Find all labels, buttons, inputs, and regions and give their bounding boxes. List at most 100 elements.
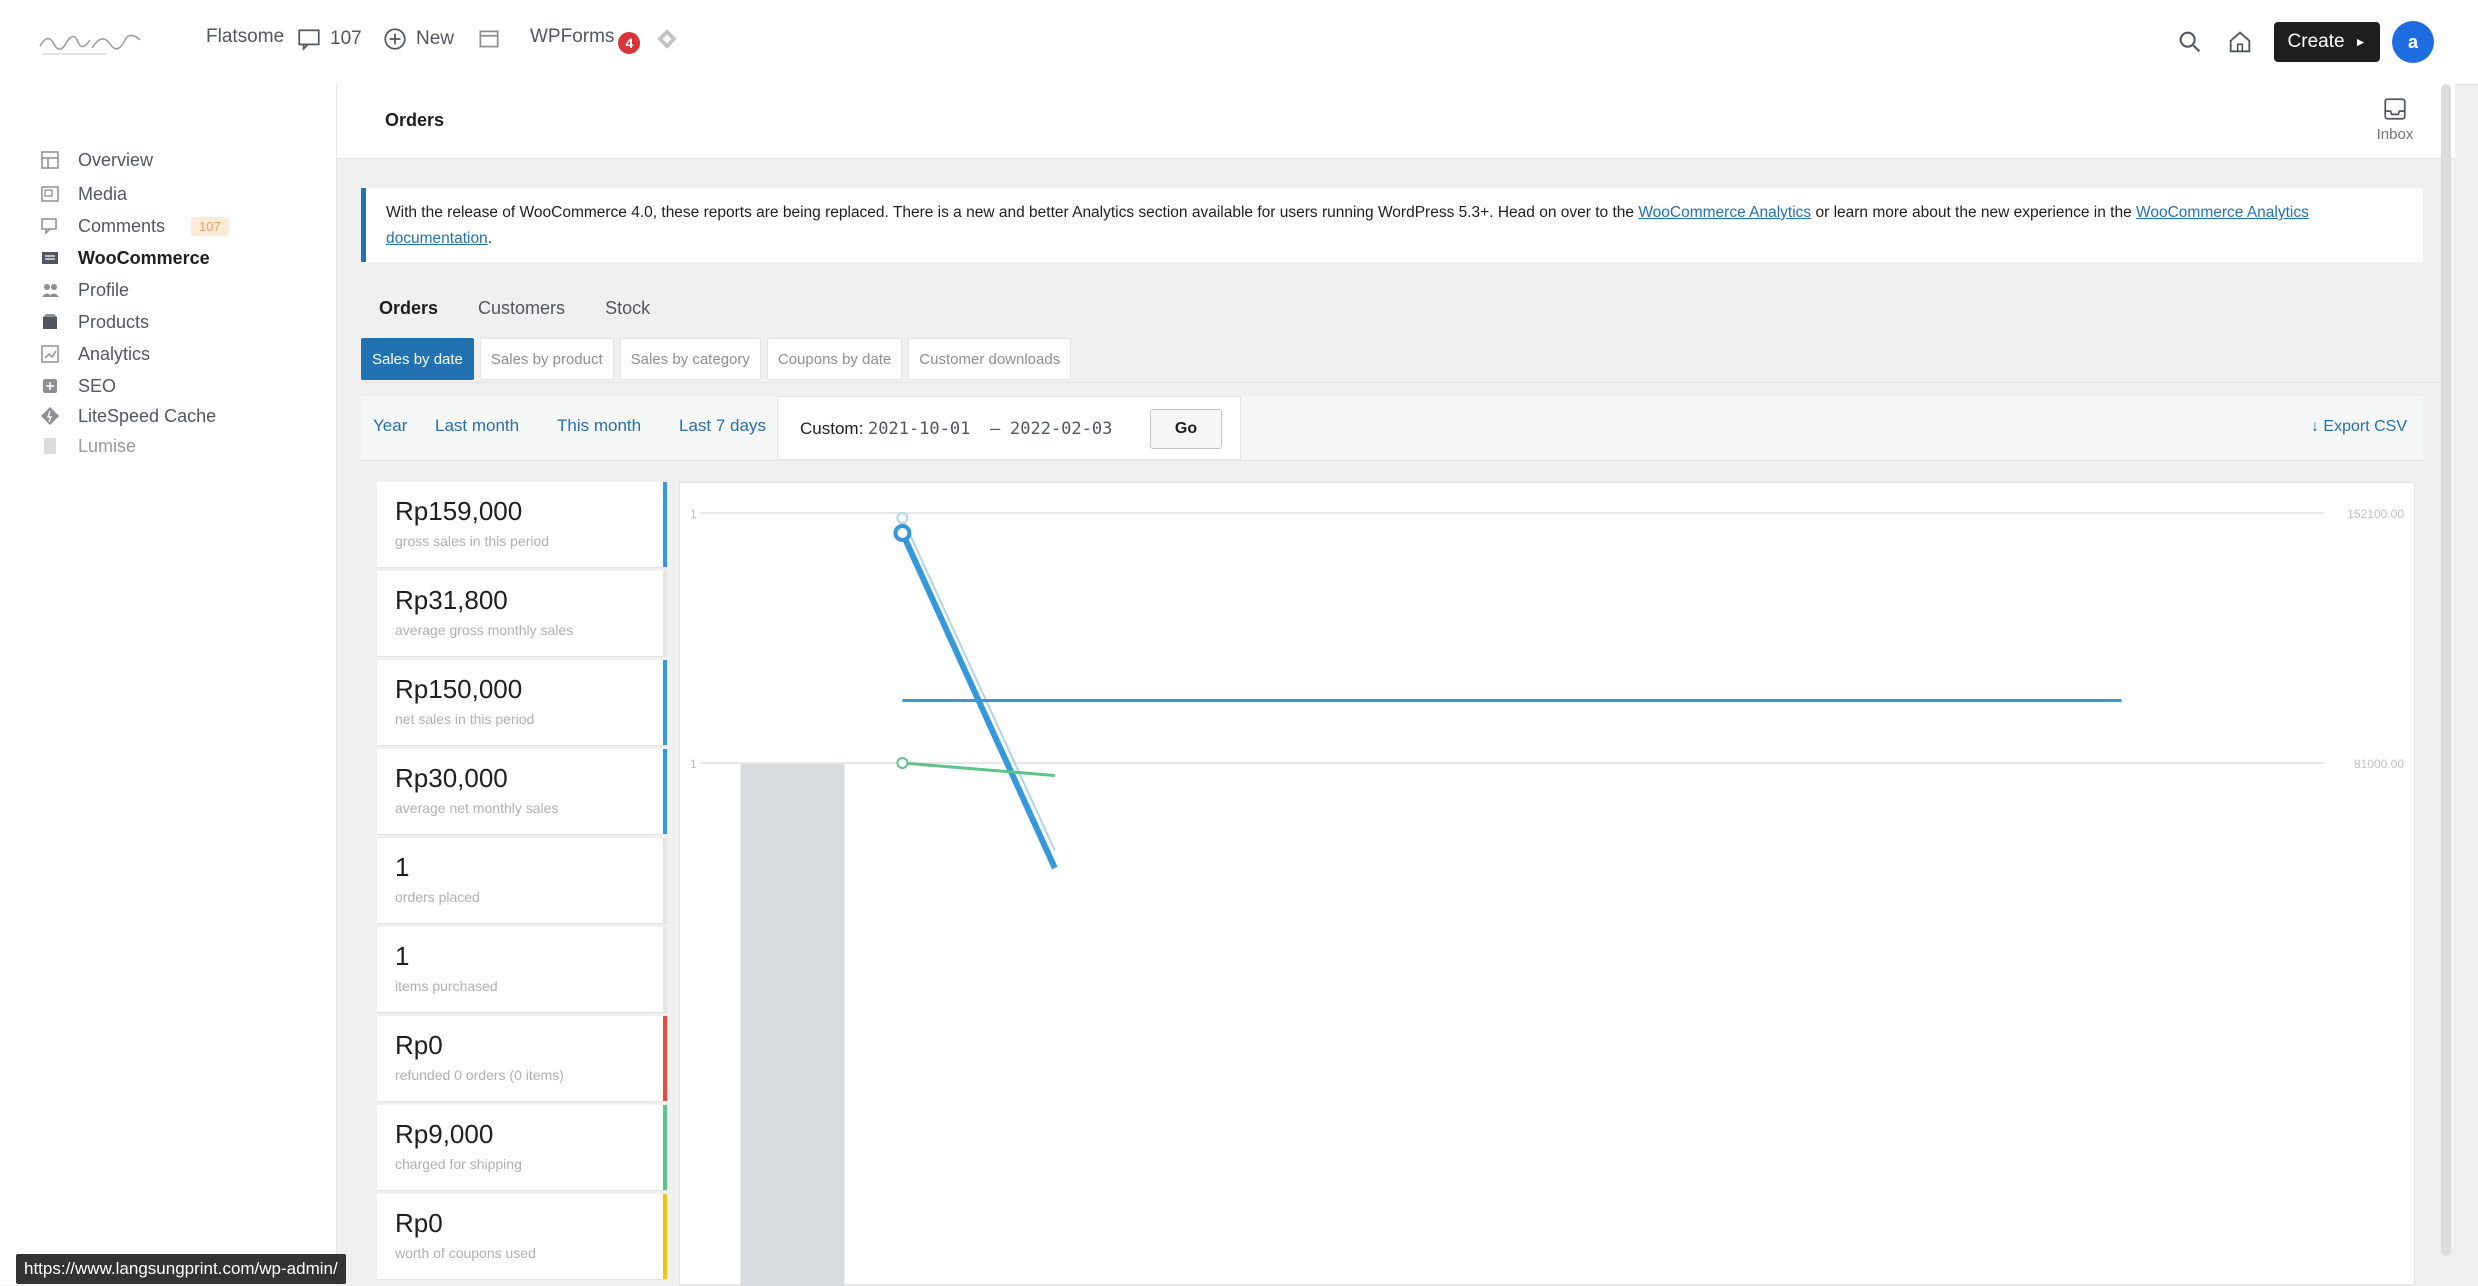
comments-badge: 107 [191, 216, 229, 236]
site-name-label: Flatsome [206, 26, 285, 47]
sidebar-item-products[interactable]: Products [40, 308, 149, 336]
customizer-link[interactable] [476, 26, 502, 52]
avatar[interactable]: a [2392, 21, 2434, 63]
stat-gross-sales[interactable]: Rp159,000 gross sales in this period [377, 482, 667, 568]
stat-avg-gross[interactable]: Rp31,800 average gross monthly sales [377, 571, 667, 657]
inbox-icon [2384, 98, 2406, 120]
stat-shipping[interactable]: Rp9,000 charged for shipping [377, 1105, 667, 1191]
deprecation-notice: With the release of WooCommerce 4.0, the… [361, 188, 2423, 262]
sidebar-item-media[interactable]: Media [40, 180, 127, 208]
stat-amount: Rp9,000 [395, 1119, 494, 1149]
page-scrollbar[interactable] [2441, 84, 2451, 1256]
sidebar-item-label: Comments [78, 215, 166, 236]
customize-icon [479, 30, 499, 48]
stat-desc: net sales in this period [395, 711, 535, 727]
tab-sales-by-category[interactable]: Sales by category [619, 338, 761, 380]
custom-range: Custom: 2021-10-01 – 2022-02-03 Go [777, 396, 1241, 460]
plus-circle-icon [384, 28, 406, 50]
analytics-link[interactable]: WooCommerce Analytics [1638, 204, 1811, 221]
report-subnav: Orders Customers Stock [379, 298, 650, 319]
sidebar-item-label: Lumise [78, 435, 137, 456]
sidebar-item-profile[interactable]: Profile [40, 276, 129, 304]
sidebar-item-woocommerce[interactable]: WooCommerce [40, 244, 210, 272]
range-year[interactable]: Year [373, 416, 407, 436]
subnav-stock[interactable]: Stock [605, 298, 650, 319]
chart-point [896, 757, 909, 769]
sidebar-item-seo[interactable]: SEO [40, 372, 116, 400]
export-csv-link[interactable]: ↓ Export CSV [2311, 418, 2407, 436]
sales-chart: 1 152100.00 1 81000.00 [679, 482, 2415, 1286]
create-button[interactable]: Create ► [2274, 22, 2380, 62]
chart-series-line [901, 517, 1056, 851]
date-separator: – [990, 419, 1001, 439]
site-name-link[interactable]: Flatsome [206, 26, 284, 48]
tab-sales-by-date[interactable]: Sales by date [361, 338, 474, 380]
custom-label: Custom: [800, 419, 864, 438]
sidebar-item-label: WooCommerce [78, 247, 210, 268]
new-content-link[interactable]: New [382, 26, 454, 52]
subnav-orders[interactable]: Orders [379, 298, 438, 319]
stat-net-sales[interactable]: Rp150,000 net sales in this period [377, 660, 667, 746]
stat-avg-net[interactable]: Rp30,000 average net monthly sales [377, 749, 667, 835]
stat-coupons[interactable]: Rp0 worth of coupons used [377, 1194, 667, 1280]
tab-customer-downloads[interactable]: Customer downloads [908, 338, 1072, 380]
sidebar-item-lumise[interactable]: Lumise [40, 432, 136, 460]
stat-color-bar [663, 1105, 667, 1190]
wpforms-label: WPForms [530, 26, 615, 47]
seo-icon [43, 379, 57, 393]
sidebar-item-comments[interactable]: Comments 107 [40, 212, 229, 240]
page-title: Orders [385, 110, 445, 130]
date-from-input[interactable]: 2021-10-01 [868, 419, 970, 439]
media-icon [41, 186, 59, 202]
admin-top-bar: Flatsome 107 New WPForms 4 Create ► a [0, 0, 2478, 85]
stat-amount: 1 [395, 941, 410, 971]
site-logo[interactable] [36, 22, 146, 62]
sidebar-item-litespeed-cache[interactable]: LiteSpeed Cache [40, 402, 216, 430]
inbox-button[interactable]: Inbox [2365, 96, 2425, 143]
stat-desc: charged for shipping [395, 1156, 522, 1172]
create-label: Create [2287, 31, 2345, 52]
lumise-icon [44, 438, 56, 454]
chart-left-tick: 1 [690, 507, 697, 521]
search-icon[interactable] [2176, 28, 2204, 56]
stat-desc: gross sales in this period [395, 533, 550, 549]
date-to-input[interactable]: 2022-02-03 [1010, 419, 1112, 439]
wpforms-link[interactable]: WPForms 4 [530, 26, 641, 54]
report-tabs: Sales by date Sales by product Sales by … [361, 338, 2447, 383]
tab-sales-by-product[interactable]: Sales by product [479, 338, 614, 380]
comments-link[interactable]: 107 [296, 26, 362, 52]
stat-amount: Rp150,000 [395, 674, 523, 704]
overview-icon [41, 151, 59, 169]
products-icon [43, 314, 57, 329]
sales-chart-svg: 1 152100.00 1 81000.00 [690, 507, 2404, 1286]
sidebar-item-overview[interactable]: Overview [40, 146, 153, 174]
subnav-customers[interactable]: Customers [478, 298, 565, 319]
analytics-icon [41, 345, 59, 363]
plugin-menu-link[interactable] [654, 26, 680, 52]
range-this-month[interactable]: This month [557, 416, 641, 436]
notice-text-before: With the release of WooCommerce 4.0, the… [386, 204, 1639, 221]
sidebar-item-analytics[interactable]: Analytics [40, 340, 150, 368]
chart-series-line [902, 761, 1055, 777]
chart-highlight-band [740, 763, 845, 1286]
stat-color-bar [663, 1016, 667, 1101]
date-range-bar: Year Last month This month Last 7 days C… [361, 396, 2423, 461]
status-url: https://www.langsungprint.com/wp-admin/ [16, 1254, 346, 1284]
stat-color-bar [663, 927, 667, 1012]
stat-items-purchased[interactable]: 1 items purchased [377, 927, 667, 1013]
stat-refunded[interactable]: Rp0 refunded 0 orders (0 items) [377, 1016, 667, 1102]
diamond-icon [657, 29, 677, 49]
stat-orders-placed[interactable]: 1 orders placed [377, 838, 667, 924]
go-button[interactable]: Go [1150, 409, 1222, 449]
stat-color-bar [663, 838, 667, 923]
range-last-7-days[interactable]: Last 7 days [679, 416, 766, 436]
sidebar: Overview Media Comments 107 WooCommerce … [0, 84, 337, 1285]
home-icon[interactable] [2226, 28, 2254, 56]
inbox-label: Inbox [2376, 126, 2414, 143]
tab-coupons-by-date[interactable]: Coupons by date [766, 338, 903, 380]
main-content: Orders Inbox With the release of WooComm… [337, 84, 2455, 1286]
export-csv-label: Export CSV [2323, 418, 2407, 435]
stat-desc: orders placed [395, 889, 480, 905]
range-last-month[interactable]: Last month [435, 416, 519, 436]
stat-amount: Rp0 [395, 1208, 443, 1238]
